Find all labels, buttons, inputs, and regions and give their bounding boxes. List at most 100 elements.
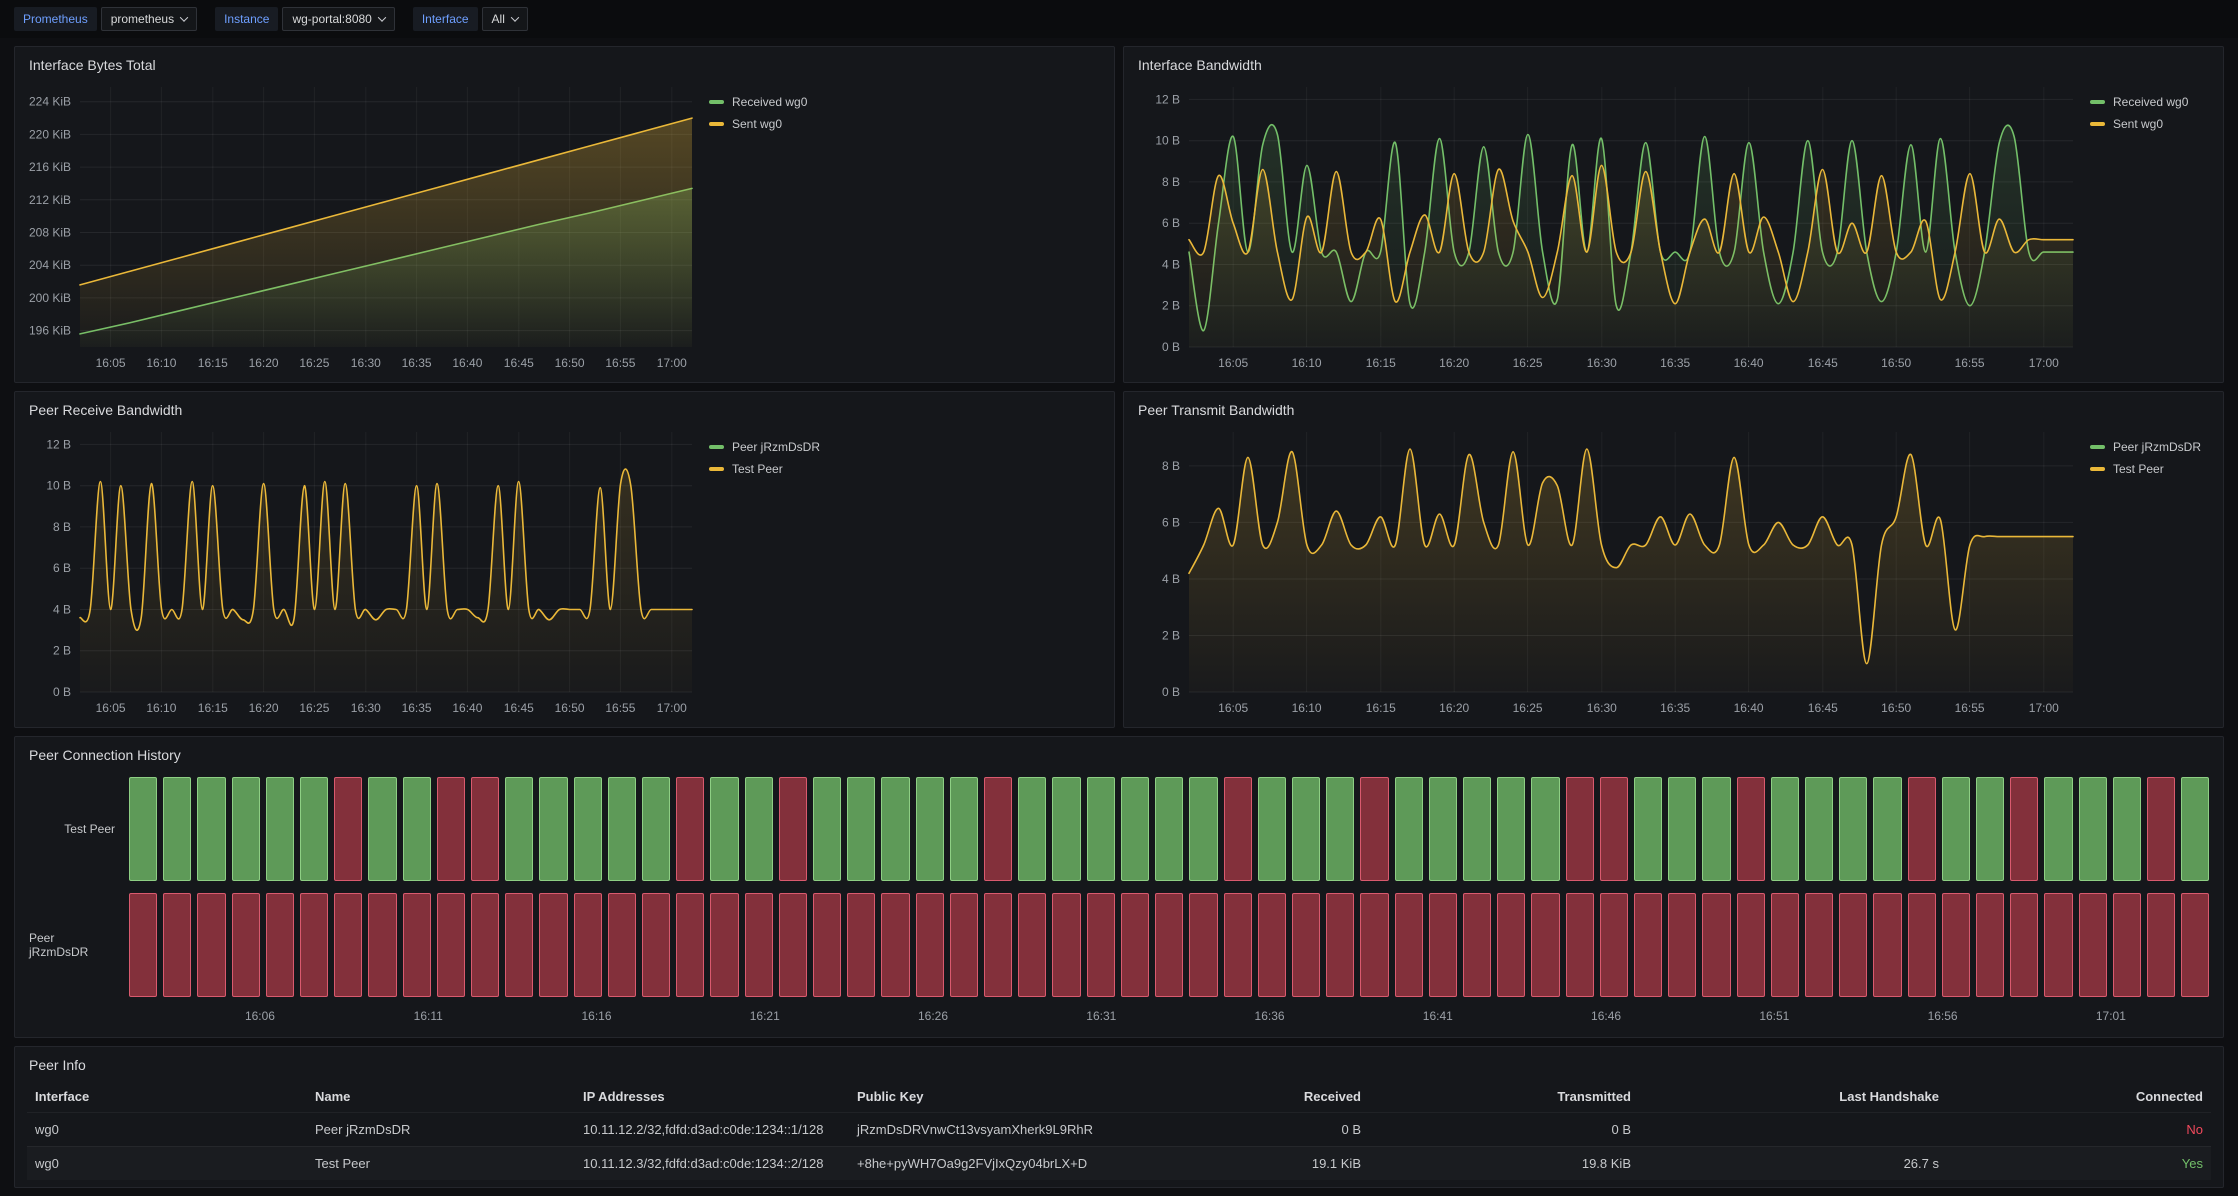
x-axis-tick-label: 16:11	[414, 1009, 443, 1023]
legend-series-swatch	[709, 445, 724, 449]
panel-title[interactable]: Interface Bytes Total	[29, 57, 156, 73]
legend-item[interactable]: Peer jRzmDsDR	[709, 440, 827, 454]
column-header-transmitted[interactable]: Transmitted	[1369, 1081, 1639, 1112]
status-cell-disconnected	[676, 893, 704, 997]
svg-text:17:00: 17:00	[657, 356, 687, 370]
column-header-public-key[interactable]: Public Key	[849, 1081, 1134, 1112]
status-history-bars[interactable]	[129, 893, 2209, 997]
svg-text:16:30: 16:30	[351, 701, 381, 715]
svg-text:6 B: 6 B	[1162, 216, 1180, 230]
svg-text:16:25: 16:25	[1513, 701, 1543, 715]
status-cell-connected	[881, 777, 909, 881]
status-cell-disconnected	[1702, 893, 1730, 997]
status-cell-disconnected	[1737, 777, 1765, 881]
legend-item[interactable]: Sent wg0	[709, 117, 827, 131]
svg-text:16:15: 16:15	[198, 356, 228, 370]
svg-text:212 KiB: 212 KiB	[29, 193, 71, 207]
x-axis-tick-label: 16:51	[1759, 1009, 1789, 1023]
status-cell-disconnected	[1463, 893, 1491, 997]
time-series-chart[interactable]: 16:0516:1016:1516:2016:2516:3016:3516:40…	[23, 422, 701, 720]
svg-text:16:45: 16:45	[1808, 701, 1838, 715]
cell-last-handshake: 26.7 s	[1639, 1147, 1947, 1180]
legend-series-name: Test Peer	[2113, 462, 2164, 476]
cell-public-key: jRzmDsDRVnwCt13vsyamXherk9L9RhR	[849, 1113, 1134, 1146]
status-cell-disconnected	[1018, 893, 1046, 997]
status-cell-connected	[608, 777, 636, 881]
variable-dropdown-interface[interactable]: All	[482, 7, 528, 31]
cell-ip-addresses: 10.11.12.3/32,fdfd:d3ad:c0de:1234::2/128	[575, 1147, 849, 1180]
cell-public-key: +8he+pyWH7Oa9g2FVjIxQzy04brLX+D	[849, 1147, 1134, 1180]
x-axis-tick-label: 16:06	[245, 1009, 275, 1023]
column-header-interface[interactable]: Interface	[27, 1081, 307, 1112]
svg-text:17:00: 17:00	[2029, 701, 2059, 715]
svg-text:16:20: 16:20	[249, 701, 279, 715]
svg-text:220 KiB: 220 KiB	[29, 127, 71, 141]
cell-name: Peer jRzmDsDR	[307, 1113, 575, 1146]
status-cell-connected	[232, 777, 260, 881]
svg-text:16:55: 16:55	[1955, 701, 1985, 715]
column-header-connected[interactable]: Connected	[1947, 1081, 2211, 1112]
status-cell-disconnected	[1121, 893, 1149, 997]
cell-connected: No	[1947, 1113, 2211, 1146]
variable-value: All	[492, 12, 505, 26]
panel-title[interactable]: Peer Info	[29, 1057, 86, 1073]
column-header-last-handshake[interactable]: Last Handshake	[1639, 1081, 1947, 1112]
svg-text:6 B: 6 B	[53, 561, 71, 575]
status-cell-connected	[300, 777, 328, 881]
status-history-bars[interactable]	[129, 777, 2209, 881]
panel-title[interactable]: Peer Receive Bandwidth	[29, 402, 182, 418]
legend-series-swatch	[709, 100, 724, 104]
legend-item[interactable]: Test Peer	[709, 462, 827, 476]
svg-text:4 B: 4 B	[1162, 572, 1180, 586]
status-cell-connected	[1258, 777, 1286, 881]
svg-text:16:35: 16:35	[402, 356, 432, 370]
status-cell-disconnected	[813, 893, 841, 997]
status-cell-disconnected	[2113, 893, 2141, 997]
column-header-received[interactable]: Received	[1134, 1081, 1369, 1112]
variable-dropdown-prometheus[interactable]: prometheus	[101, 7, 197, 31]
status-cell-disconnected	[881, 893, 909, 997]
column-header-name[interactable]: Name	[307, 1081, 575, 1112]
status-cell-connected	[710, 777, 738, 881]
svg-text:16:45: 16:45	[1808, 356, 1838, 370]
svg-text:12 B: 12 B	[1155, 92, 1180, 106]
status-cell-disconnected	[1908, 893, 1936, 997]
column-header-ip-addresses[interactable]: IP Addresses	[575, 1081, 849, 1112]
svg-text:2 B: 2 B	[53, 644, 71, 658]
status-cell-connected	[1497, 777, 1525, 881]
status-cell-disconnected	[2010, 777, 2038, 881]
time-series-chart[interactable]: 16:0516:1016:1516:2016:2516:3016:3516:40…	[1132, 422, 2082, 720]
variable-instance: Instance wg-portal:8080	[215, 7, 395, 31]
status-cell-disconnected	[2147, 777, 2175, 881]
status-cell-disconnected	[1531, 893, 1559, 997]
legend-series-swatch	[2090, 122, 2105, 126]
legend-item[interactable]: Sent wg0	[2090, 117, 2208, 131]
legend-item[interactable]: Received wg0	[2090, 95, 2208, 109]
variable-dropdown-instance[interactable]: wg-portal:8080	[282, 7, 394, 31]
status-cell-disconnected	[1737, 893, 1765, 997]
time-series-chart[interactable]: 16:0516:1016:1516:2016:2516:3016:3516:40…	[23, 77, 701, 375]
time-series-chart[interactable]: 16:0516:1016:1516:2016:2516:3016:3516:40…	[1132, 77, 2082, 375]
chart-legend: Received wg0 Sent wg0	[2090, 95, 2208, 131]
dashboard-grid: Interface Bytes Total 16:0516:1016:1516:…	[0, 38, 2238, 1194]
status-cell-disconnected	[950, 893, 978, 997]
panel-title[interactable]: Peer Connection History	[29, 747, 181, 763]
x-axis-tick-label: 16:36	[1255, 1009, 1285, 1023]
legend-item[interactable]: Test Peer	[2090, 462, 2208, 476]
status-cell-disconnected	[163, 893, 191, 997]
status-cell-disconnected	[505, 893, 533, 997]
panel-title[interactable]: Interface Bandwidth	[1138, 57, 1262, 73]
panel-title[interactable]: Peer Transmit Bandwidth	[1138, 402, 1294, 418]
status-cell-connected	[1052, 777, 1080, 881]
legend-series-name: Sent wg0	[2113, 117, 2163, 131]
x-axis-tick-label: 16:56	[1928, 1009, 1958, 1023]
status-cell-disconnected	[1908, 777, 1936, 881]
x-axis-tick-label: 16:21	[750, 1009, 780, 1023]
svg-text:16:35: 16:35	[402, 701, 432, 715]
status-cell-connected	[574, 777, 602, 881]
legend-item[interactable]: Received wg0	[709, 95, 827, 109]
status-cell-disconnected	[1600, 893, 1628, 997]
status-cell-disconnected	[1360, 777, 1388, 881]
legend-item[interactable]: Peer jRzmDsDR	[2090, 440, 2208, 454]
dashboard-variables-bar: Prometheus prometheus Instance wg-portal…	[0, 0, 2238, 38]
